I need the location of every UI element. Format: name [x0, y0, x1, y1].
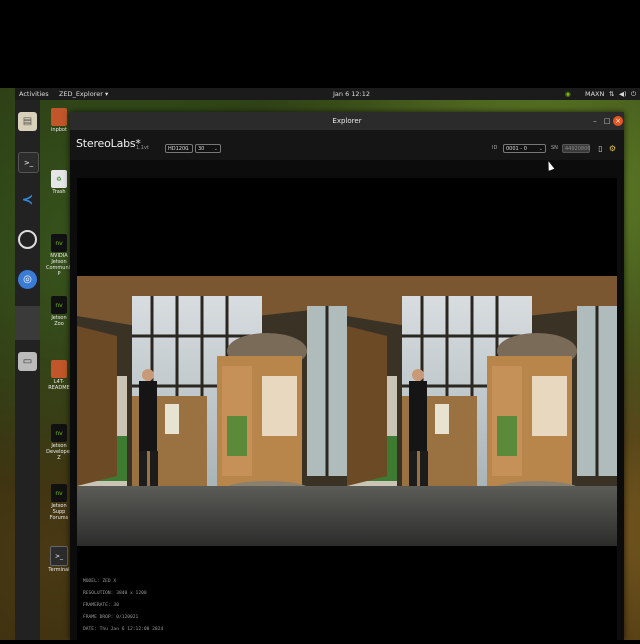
- info-date: DATE: Thu Jan 6 12:12:08 2024: [83, 627, 164, 632]
- desktop-icon-l4t-readme[interactable]: L4T-README: [46, 360, 72, 391]
- title-bar[interactable]: Explorer – □ ×: [70, 112, 624, 130]
- right-image: [345, 274, 619, 548]
- maximize-icon[interactable]: □: [602, 116, 612, 126]
- explorer-window: Explorer – □ × StereoLabs* 1.1vt HD1200 …: [70, 112, 624, 640]
- close-icon[interactable]: ×: [613, 116, 623, 126]
- info-frame-drop: FRAME DROP: 0/120021: [83, 615, 139, 620]
- desktop-icon-terminal[interactable]: >_ Terminal: [46, 546, 72, 573]
- toolbar: StereoLabs* 1.1vt HD1200 ⌄ 30 ⌄ ID 0001 …: [70, 130, 624, 160]
- stereo-viewer[interactable]: [75, 178, 619, 640]
- nvidia-icon: nv: [51, 234, 67, 252]
- clock[interactable]: Jan 6 12:12: [333, 88, 370, 100]
- settings-icon[interactable]: ⚙: [608, 144, 617, 153]
- resolution-select[interactable]: HD1200 ⌄: [165, 144, 193, 153]
- top-bar: Activities ZED_Explorer ▾ Jan 6 12:12 ◉ …: [15, 88, 640, 100]
- dock: ▤ >_ ≺ ◎ ▭: [15, 100, 40, 640]
- record-icon[interactable]: ▯: [596, 144, 605, 153]
- serial-number-field[interactable]: 44920806: [562, 144, 590, 153]
- power-icon[interactable]: ⏻: [631, 88, 636, 100]
- chevron-down-icon: ⌄: [213, 146, 218, 152]
- desktop-icon-jetson-support-forums[interactable]: nv Jetson Supp Forums: [46, 484, 72, 521]
- left-image: [75, 274, 349, 548]
- nvidia-icon: nv: [51, 424, 67, 442]
- desktop-icon-inpbot[interactable]: inpbot: [46, 108, 72, 133]
- camera-info: MODEL: ZED X RESOLUTION: 3840 x 1200 FRA…: [83, 576, 163, 636]
- chevron-down-icon: ⌄: [538, 146, 543, 152]
- desktop-icon-nvidia-community[interactable]: nv NVIDIA Jetson Community P: [46, 234, 75, 277]
- fps-select[interactable]: 30 ⌄: [195, 144, 221, 153]
- window-title: Explorer: [332, 117, 362, 125]
- folder-icon: [51, 108, 67, 126]
- id-label: ID: [492, 145, 498, 151]
- desktop-icon-jetson-developer-zone[interactable]: nv Jetson Developer Z: [46, 424, 72, 461]
- network-icon[interactable]: ⇅: [609, 88, 614, 100]
- volume-icon[interactable]: ◀): [619, 88, 627, 100]
- stereo-image: [75, 274, 619, 548]
- nvidia-icon: nv: [51, 484, 67, 502]
- trash-icon: ♻: [51, 170, 67, 188]
- power-mode[interactable]: MAXN: [585, 88, 604, 100]
- brand-logo: StereoLabs*: [76, 137, 141, 150]
- sn-label: SN: [551, 145, 558, 151]
- terminal-icon: >_: [50, 546, 68, 566]
- terminal-icon[interactable]: >_: [18, 152, 39, 173]
- app-menu[interactable]: ZED_Explorer ▾: [59, 88, 108, 100]
- camera-id-select[interactable]: 0001 - 0 ⌄: [503, 144, 546, 153]
- version-label: 1.1vt: [136, 145, 149, 151]
- nvidia-icon[interactable]: ◉: [565, 88, 571, 100]
- desktop-icon-jetson-zoo[interactable]: nv Jetson Zoo: [46, 296, 72, 327]
- nvidia-icon: nv: [51, 296, 67, 314]
- vscode-icon[interactable]: ≺: [18, 190, 37, 209]
- info-framerate: FRAMERATE: 30: [83, 603, 119, 608]
- activities-button[interactable]: Activities: [19, 88, 49, 100]
- folder-icon: [51, 360, 67, 378]
- info-resolution: RESOLUTION: 3840 x 1200: [83, 591, 147, 596]
- chromium-icon[interactable]: ◎: [18, 270, 37, 289]
- disk-icon[interactable]: ▭: [18, 352, 37, 371]
- desktop-icon-trash[interactable]: ♻ Trash: [46, 170, 72, 195]
- chevron-down-icon: ⌄: [185, 146, 190, 152]
- files-icon[interactable]: ▤: [18, 112, 37, 131]
- minimize-icon[interactable]: –: [590, 116, 600, 126]
- show-apps-icon[interactable]: [15, 306, 40, 340]
- obs-icon[interactable]: [18, 230, 37, 249]
- info-model: MODEL: ZED X: [83, 579, 117, 584]
